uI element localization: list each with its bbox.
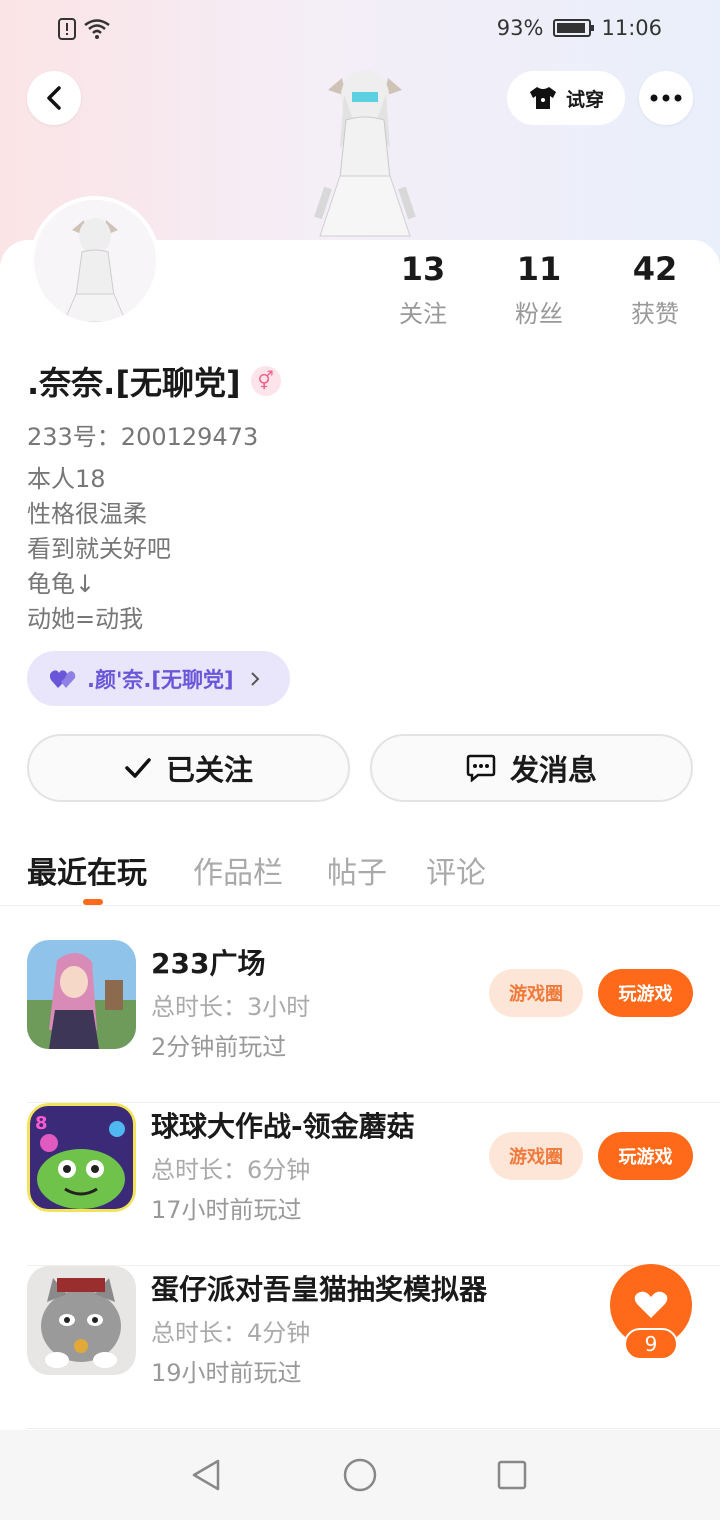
gender-icon: ⚥ — [250, 366, 281, 396]
stat-likes-value: 42 — [632, 250, 678, 288]
follow-label: 已关注 — [165, 753, 253, 787]
clock: 11:06 — [601, 16, 662, 40]
game-duration: 总时长：3小时 — [151, 993, 311, 1021]
check-icon — [125, 758, 151, 778]
tab-indicator — [83, 899, 103, 905]
bio-line: 动她=动我 — [27, 605, 144, 633]
stat-followers-label: 粉丝 — [515, 300, 563, 328]
system-nav-bar — [0, 1430, 720, 1520]
battery-icon — [553, 19, 595, 37]
try-on-button[interactable]: 试穿 — [507, 71, 625, 125]
user-id[interactable]: 233号：200129473 — [27, 417, 258, 452]
message-label: 发消息 — [509, 753, 597, 787]
character-model — [314, 70, 416, 237]
alert-icon — [58, 18, 76, 40]
game-circle-button[interactable]: 游戏圈 — [489, 1132, 583, 1180]
nav-recents-button[interactable] — [492, 1455, 532, 1495]
game-last-played: 17小时前玩过 — [151, 1196, 302, 1224]
game-duration: 总时长：4分钟 — [151, 1319, 311, 1347]
stat-following-value: 13 — [400, 250, 446, 288]
nav-home-button[interactable] — [340, 1455, 380, 1495]
avatar-image — [34, 200, 156, 322]
tshirt-icon — [529, 87, 556, 109]
status-bar: 93% 11:06 — [0, 0, 720, 60]
game-row[interactable]: 8 球球大作战-领金蘑菇 总时长：6分钟 17小时前玩过 游戏圈 玩游戏 — [0, 1103, 720, 1266]
game-icon-233-plaza — [27, 940, 136, 1049]
try-on-label: 试穿 — [565, 88, 604, 111]
chevron-right-icon — [250, 671, 260, 686]
bio-line: 看到就关好吧 — [27, 535, 171, 563]
tab-comments[interactable]: 评论 — [426, 848, 486, 892]
stat-followers[interactable]: 11 粉丝 — [484, 250, 594, 329]
game-circle-button[interactable]: 游戏圈 — [489, 969, 583, 1017]
avatar[interactable] — [30, 196, 160, 326]
game-icon-ball-battle: 8 — [27, 1103, 136, 1212]
cp-name: .颜'奈.[无聊党] — [87, 667, 234, 692]
profile-name: .奈奈.[无聊党] — [27, 364, 241, 402]
bio-line: 本人18 — [27, 465, 106, 493]
circle-home-icon — [343, 1458, 377, 1492]
stat-likes-label: 获赞 — [631, 300, 679, 328]
triangle-back-icon — [192, 1459, 220, 1491]
tab-works[interactable]: 作品栏 — [193, 848, 283, 892]
bio-line: 性格很温柔 — [27, 500, 147, 528]
chevron-left-icon — [47, 86, 61, 110]
game-duration: 总时长：6分钟 — [151, 1156, 311, 1184]
game-title: 233广场 — [151, 947, 266, 980]
follow-button[interactable]: 已关注 — [27, 734, 350, 802]
square-recents-icon — [497, 1460, 527, 1490]
stat-likes[interactable]: 42 获赞 — [600, 250, 710, 329]
stat-following-label: 关注 — [399, 300, 447, 328]
double-heart-icon — [49, 669, 76, 688]
bio: 本人18 性格很温柔 看到就关好吧 龟龟↓ 动她=动我 — [27, 462, 171, 637]
divider — [27, 1428, 720, 1429]
like-float-button[interactable]: 9 — [600, 1262, 692, 1362]
more-icon — [650, 94, 682, 102]
game-last-played: 2分钟前玩过 — [151, 1033, 287, 1061]
tab-posts[interactable]: 帖子 — [327, 848, 387, 892]
message-button[interactable]: 发消息 — [370, 734, 693, 802]
game-title: 蛋仔派对吾皇猫抽奖模拟器 — [151, 1273, 488, 1306]
like-count: 9 — [624, 1328, 678, 1360]
tab-recent-played[interactable]: 最近在玩 — [27, 848, 147, 892]
wifi-icon — [84, 19, 110, 39]
cp-relation-tag[interactable]: .颜'奈.[无聊党] — [27, 651, 290, 706]
game-icon-cat-simulator — [27, 1266, 136, 1375]
profile-tabs: 最近在玩 作品栏 帖子 评论 — [0, 836, 720, 906]
stat-followers-value: 11 — [516, 250, 562, 288]
play-game-button[interactable]: 玩游戏 — [598, 1132, 693, 1180]
svg-text:8: 8 — [35, 1113, 48, 1134]
bio-line: 龟龟↓ — [27, 570, 96, 598]
heart-icon — [634, 1291, 668, 1318]
name-row: .奈奈.[无聊党] ⚥ — [27, 358, 281, 404]
chat-icon — [466, 754, 496, 782]
stat-following[interactable]: 13 关注 — [368, 250, 478, 329]
game-last-played: 19小时前玩过 — [151, 1359, 302, 1387]
play-game-button[interactable]: 玩游戏 — [598, 969, 693, 1017]
game-title: 球球大作战-领金蘑菇 — [151, 1110, 415, 1143]
back-button[interactable] — [27, 71, 81, 125]
game-row[interactable]: 233广场 总时长：3小时 2分钟前玩过 游戏圈 玩游戏 — [0, 940, 720, 1103]
battery-percent: 93% — [496, 16, 544, 40]
nav-back-button[interactable] — [186, 1455, 226, 1495]
more-button[interactable] — [639, 71, 693, 125]
